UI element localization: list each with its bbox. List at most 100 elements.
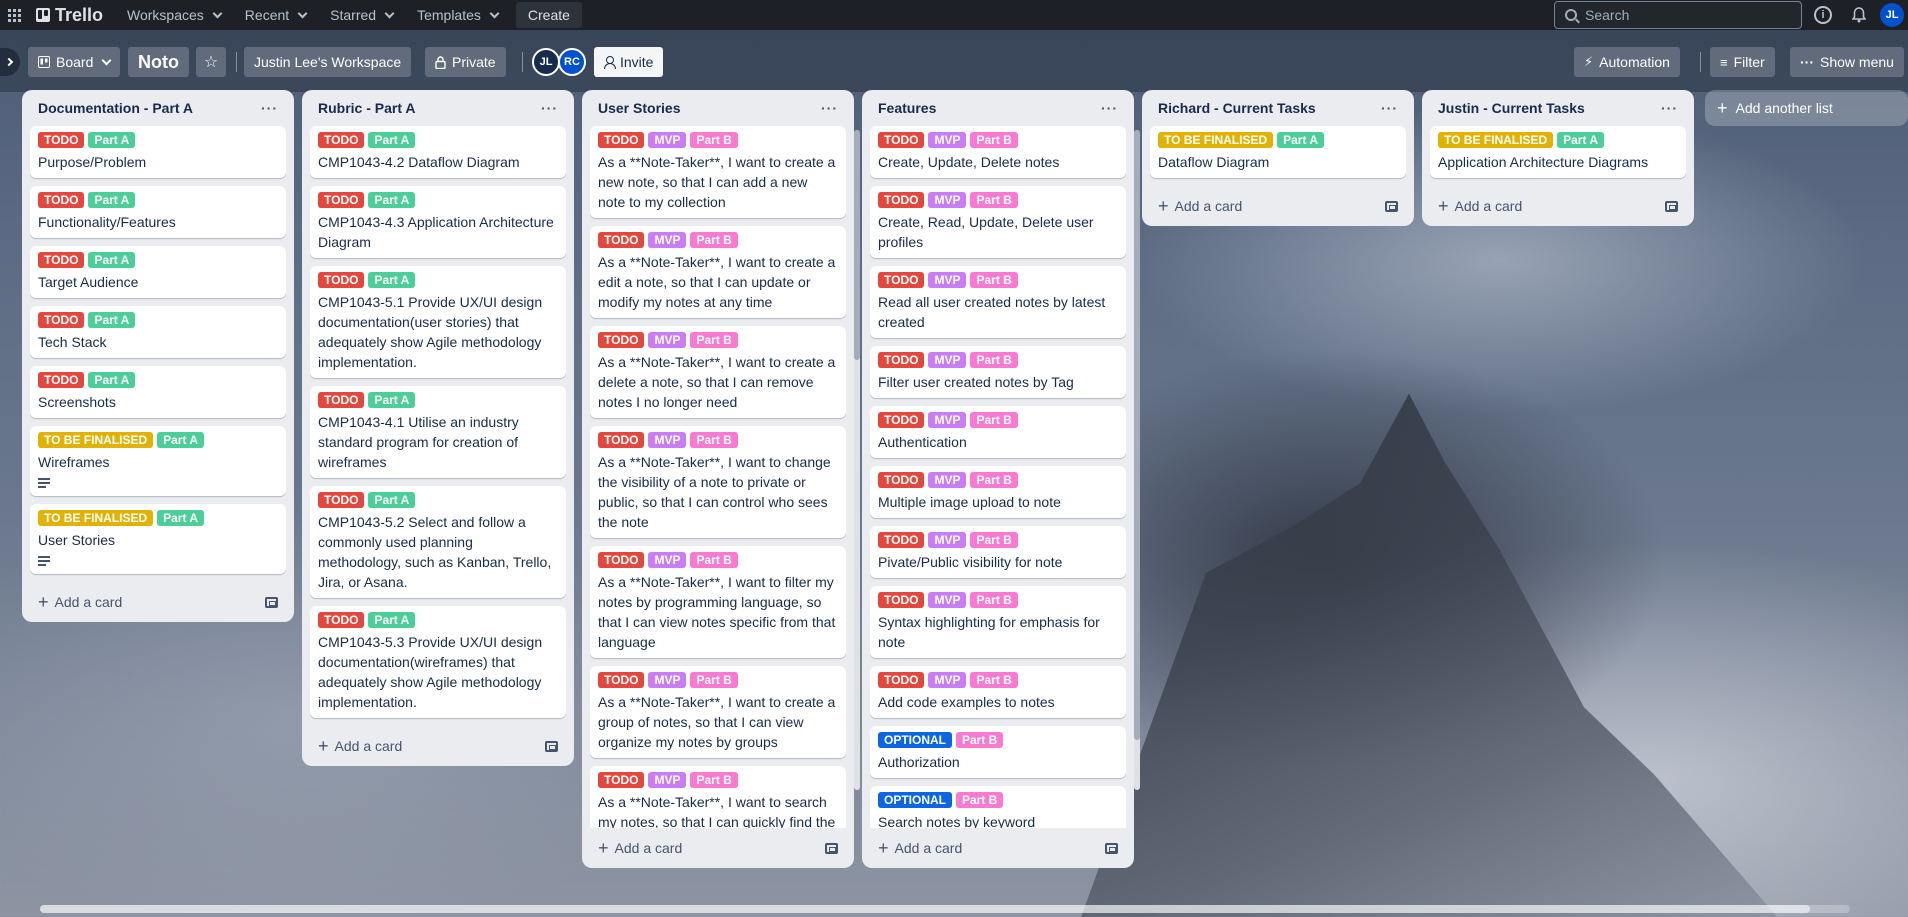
card-label[interactable]: MVP	[648, 552, 687, 568]
board-title[interactable]: Noto	[128, 47, 189, 77]
add-card-button[interactable]: + Add a card	[38, 593, 122, 611]
recent-menu[interactable]: Recent	[233, 0, 318, 30]
card-label[interactable]: MVP	[928, 412, 967, 428]
card-label[interactable]: TO BE FINALISED	[38, 432, 154, 448]
card-label[interactable]: TODO	[318, 132, 365, 148]
card[interactable]: TODO Part A CMP1043-5.3 Provide UX/UI desi…	[310, 606, 566, 718]
scrollbar-thumb[interactable]	[40, 905, 1810, 913]
card-label[interactable]: Part B	[690, 132, 738, 148]
list-header[interactable]: Richard - Current Tasks ···	[1150, 90, 1406, 126]
card[interactable]: TODO MVP Part B Read all user created notes…	[870, 266, 1126, 338]
card-label[interactable]: MVP	[648, 672, 687, 688]
card-label[interactable]: Part A	[368, 612, 416, 628]
templates-menu[interactable]: Templates	[405, 0, 510, 30]
card-label[interactable]: Part B	[690, 432, 738, 448]
card-label[interactable]: Part A	[1277, 132, 1325, 148]
card[interactable]: TODO Part A Functionality/Features	[30, 186, 286, 238]
list-title[interactable]: User Stories	[598, 100, 680, 116]
card[interactable]: TODO MVP Part B As a **Note-Taker**, I want…	[590, 126, 846, 218]
card-template-icon[interactable]	[1665, 200, 1678, 212]
card[interactable]: TODO MVP Part B As a **Note-Taker**, I want…	[590, 766, 846, 828]
card[interactable]: TODO Part A Purpose/Problem	[30, 126, 286, 178]
card-label[interactable]: Part A	[88, 192, 136, 208]
list-title[interactable]: Rubric - Part A	[318, 100, 416, 116]
card-label[interactable]: TODO	[598, 232, 645, 248]
list-title[interactable]: Richard - Current Tasks	[1158, 100, 1316, 116]
list-title[interactable]: Justin - Current Tasks	[1438, 100, 1585, 116]
card-label[interactable]: TODO	[878, 672, 925, 688]
card-label[interactable]: Part A	[157, 510, 205, 526]
card-label[interactable]: TODO	[38, 192, 85, 208]
add-card-button[interactable]: + Add a card	[318, 737, 402, 755]
card[interactable]: TODO MVP Part B Create, Read, Update, Delet…	[870, 186, 1126, 258]
card-label[interactable]: Part A	[88, 252, 136, 268]
card-label[interactable]: TODO	[318, 612, 365, 628]
automation-button[interactable]: ⚡ Automation	[1574, 47, 1680, 77]
create-button[interactable]: Create	[515, 2, 582, 28]
card-label[interactable]: TODO	[318, 492, 365, 508]
card-label[interactable]: TODO	[598, 132, 645, 148]
list-header[interactable]: User Stories ···	[590, 90, 846, 126]
list-header[interactable]: Features ···	[870, 90, 1126, 126]
card-label[interactable]: Part B	[690, 672, 738, 688]
card-label[interactable]: TODO	[878, 532, 925, 548]
card-label[interactable]: Part A	[368, 272, 416, 288]
card[interactable]: TODO MVP Part B Pivate/Public visibility fo…	[870, 526, 1126, 578]
card-template-icon[interactable]	[545, 740, 558, 752]
card[interactable]: TO BE FINALISED Part A User Stories	[30, 504, 286, 574]
card-label[interactable]: TO BE FINALISED	[1438, 132, 1554, 148]
card-label[interactable]: OPTIONAL	[878, 732, 952, 748]
card[interactable]: TODO MVP Part B As a **Note-Taker**, I want…	[590, 226, 846, 318]
card-label[interactable]: MVP	[648, 332, 687, 348]
card[interactable]: TODO MVP Part B Syntax highlighting for emp…	[870, 586, 1126, 658]
info-icon[interactable]: i	[1814, 6, 1832, 24]
card-label[interactable]: Part A	[368, 492, 416, 508]
card[interactable]: TODO MVP Part B As a **Note-Taker**, I want…	[590, 326, 846, 418]
list-header[interactable]: Rubric - Part A ···	[310, 90, 566, 126]
list-header[interactable]: Justin - Current Tasks ···	[1430, 90, 1686, 126]
card-label[interactable]: TODO	[598, 772, 645, 788]
card-label[interactable]: TODO	[38, 132, 85, 148]
card-template-icon[interactable]	[1385, 200, 1398, 212]
card-label[interactable]: OPTIONAL	[878, 792, 952, 808]
visibility-button[interactable]: Private	[425, 47, 506, 77]
card-template-icon[interactable]	[1105, 842, 1118, 854]
add-card-button[interactable]: + Add a card	[878, 839, 962, 857]
member-avatar[interactable]: JL	[532, 48, 560, 76]
card-label[interactable]: TODO	[598, 672, 645, 688]
card-label[interactable]: MVP	[648, 432, 687, 448]
card-label[interactable]: TODO	[598, 332, 645, 348]
card-label[interactable]: TODO	[318, 392, 365, 408]
card[interactable]: TODO Part A CMP1043-4.2 Dataflow Diagram	[310, 126, 566, 178]
card[interactable]: OPTIONAL Part B Authorization	[870, 726, 1126, 778]
star-icon[interactable]: ☆	[196, 47, 226, 77]
card-label[interactable]: Part A	[88, 312, 136, 328]
card-label[interactable]: TODO	[38, 372, 85, 388]
card-label[interactable]: Part A	[88, 132, 136, 148]
invite-button[interactable]: Invite	[594, 47, 664, 77]
list-actions-icon[interactable]: ···	[1661, 100, 1678, 116]
add-list-button[interactable]: + Add another list	[1705, 90, 1908, 126]
card[interactable]: TODO MVP Part B As a **Note-Taker**, I want…	[590, 426, 846, 538]
card[interactable]: TODO Part A Tech Stack	[30, 306, 286, 358]
card-label[interactable]: Part B	[690, 232, 738, 248]
card-label[interactable]: Part A	[1557, 132, 1605, 148]
card-label[interactable]: Part A	[368, 192, 416, 208]
card-label[interactable]: Part A	[368, 132, 416, 148]
card-label[interactable]: MVP	[928, 192, 967, 208]
card-label[interactable]: TO BE FINALISED	[1158, 132, 1274, 148]
member-avatar[interactable]: RC	[558, 48, 586, 76]
card-label[interactable]: TODO	[318, 192, 365, 208]
card[interactable]: TO BE FINALISED Part A Application Archite…	[1430, 126, 1686, 178]
card[interactable]: TODO MVP Part B Filter user created notes b…	[870, 346, 1126, 398]
card-label[interactable]: TODO	[878, 592, 925, 608]
search-input[interactable]: Search	[1554, 1, 1802, 29]
card-label[interactable]: Part B	[970, 672, 1018, 688]
card-label[interactable]: Part A	[157, 432, 205, 448]
card-label[interactable]: TODO	[38, 312, 85, 328]
card-label[interactable]: Part A	[368, 392, 416, 408]
card-label[interactable]: TODO	[878, 192, 925, 208]
card-label[interactable]: Part B	[970, 272, 1018, 288]
list-actions-icon[interactable]: ···	[261, 100, 278, 116]
list-actions-icon[interactable]: ···	[1101, 100, 1118, 116]
